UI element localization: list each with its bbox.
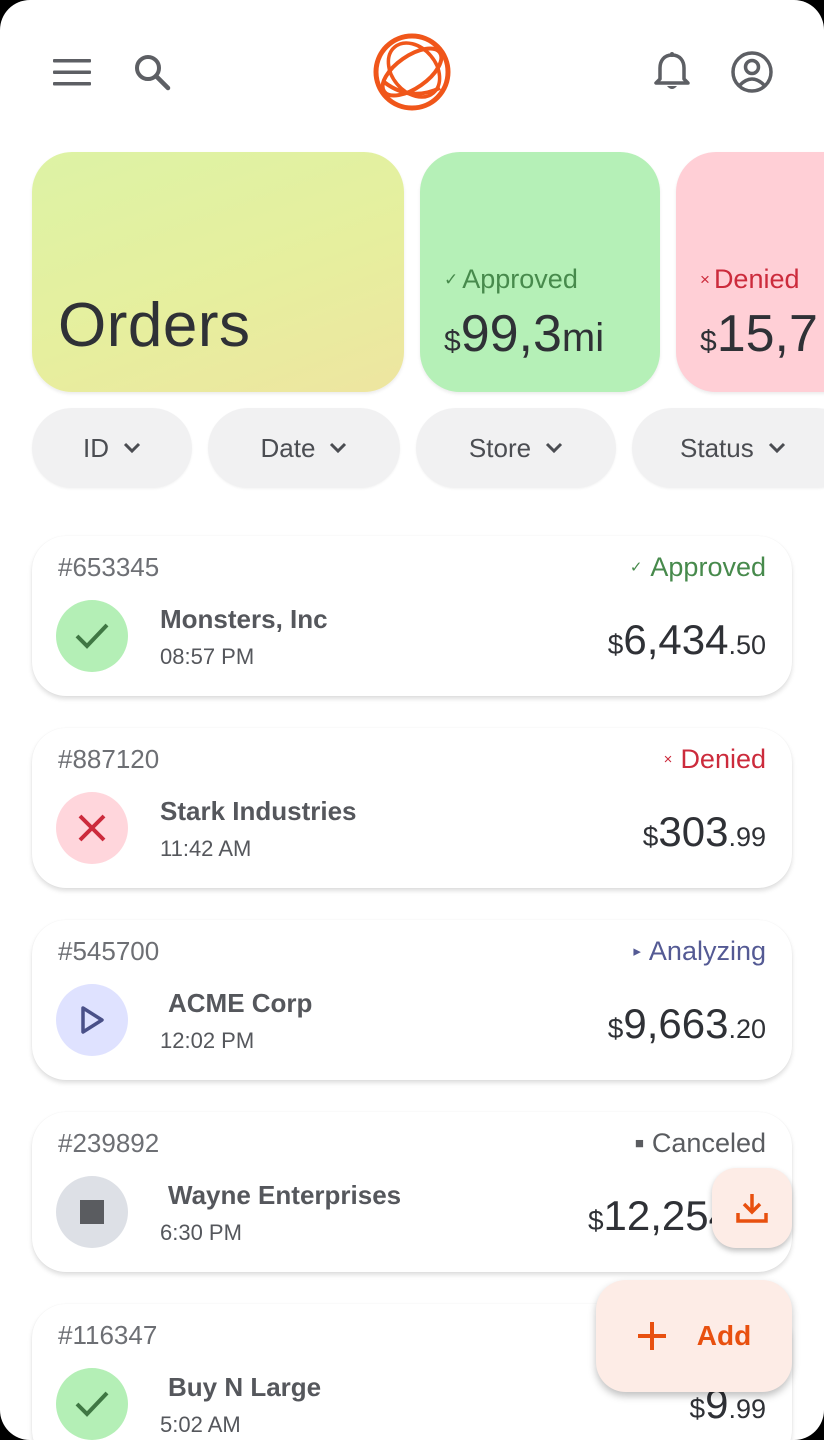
order-id: #653345 xyxy=(58,552,160,582)
status-badge: × Denied xyxy=(663,744,766,774)
add-order-button[interactable]: Add xyxy=(596,1280,792,1392)
approved-total: $99,3mi xyxy=(444,305,605,363)
app-logo[interactable] xyxy=(368,28,456,116)
status-avatar xyxy=(56,1368,128,1440)
search-icon xyxy=(135,55,171,91)
orders-screen: Orders ✓ Approved $99,3mi × Denied $15,7 I… xyxy=(0,0,824,1440)
orders-title-card: Orders xyxy=(32,152,404,392)
chip-label: Status xyxy=(680,432,754,463)
check-icon xyxy=(75,623,109,649)
status-avatar xyxy=(56,600,128,672)
top-app-bar xyxy=(0,0,824,140)
summary-carousel[interactable]: Orders ✓ Approved $99,3mi × Denied $15,7 xyxy=(0,152,824,392)
close-icon: × xyxy=(663,751,673,768)
stop-icon xyxy=(80,1200,104,1224)
menu-button[interactable] xyxy=(44,44,100,100)
order-id: #116347 xyxy=(58,1320,158,1350)
order-card[interactable]: #239892 ■ Canceled Wayne Enterprises 6:30… xyxy=(32,1112,792,1272)
order-card[interactable]: #887120 × Denied Stark Industries 11:42 A… xyxy=(32,728,792,888)
filter-chips: ID Date Store Status xyxy=(0,408,824,488)
chip-label: Date xyxy=(260,432,316,463)
filter-chip-status[interactable]: Status xyxy=(632,408,824,488)
filter-chip-id[interactable]: ID xyxy=(32,408,192,488)
order-amount: $6,434.50 xyxy=(607,616,766,663)
check-icon: ✓ xyxy=(444,270,459,289)
customer-name: Monsters, Inc xyxy=(160,604,328,634)
chevron-down-icon xyxy=(768,442,785,454)
status-badge: ✓ Approved xyxy=(629,552,766,582)
filter-chip-store[interactable]: Store xyxy=(416,408,616,488)
chevron-down-icon xyxy=(330,442,347,454)
order-card[interactable]: #653345 ✓ Approved Monsters, Inc 08:57 PM… xyxy=(32,536,792,696)
bell-icon xyxy=(654,52,690,89)
check-icon: ✓ xyxy=(629,559,643,576)
chip-label: Store xyxy=(468,432,532,463)
check-icon xyxy=(75,1391,109,1417)
account-button[interactable] xyxy=(724,44,780,100)
order-time: 12:02 PM xyxy=(160,1028,255,1053)
approved-label: ✓ Approved xyxy=(444,264,578,294)
chevron-down-icon xyxy=(123,442,141,454)
denied-label: × Denied xyxy=(700,264,800,294)
order-amount: $303.99 xyxy=(642,808,766,855)
status-badge: ▸ Analyzing xyxy=(633,936,766,966)
download-icon xyxy=(736,1194,768,1223)
status-avatar xyxy=(56,792,128,864)
orbit-logo xyxy=(373,33,451,111)
close-icon xyxy=(78,814,106,842)
customer-name: ACME Corp xyxy=(168,988,313,1018)
order-id: #239892 xyxy=(58,1128,160,1158)
order-id: #887120 xyxy=(58,744,160,774)
order-amount: $9,663.20 xyxy=(607,1000,766,1047)
close-icon: × xyxy=(700,270,710,289)
play-icon: ▸ xyxy=(633,943,641,960)
page-title: Orders xyxy=(58,291,251,360)
notifications-button[interactable] xyxy=(644,44,700,100)
plus-icon xyxy=(637,1322,666,1350)
order-id: #545700 xyxy=(58,936,160,966)
search-button[interactable] xyxy=(124,44,180,100)
order-time: 11:42 AM xyxy=(160,836,252,861)
approved-total-card[interactable]: ✓ Approved $99,3mi xyxy=(420,152,660,392)
status-badge: ■ Canceled xyxy=(634,1128,766,1158)
order-time: 6:30 PM xyxy=(160,1220,242,1245)
denied-total-card[interactable]: × Denied $15,7 xyxy=(676,152,824,392)
denied-total: $15,7 xyxy=(700,305,818,363)
order-time: 08:57 PM xyxy=(160,644,255,669)
order-card[interactable]: #545700 ▸ Analyzing ACME Corp 12:02 PM $9… xyxy=(32,920,792,1080)
chip-label: ID xyxy=(83,432,109,463)
status-avatar xyxy=(56,984,128,1056)
customer-name: Wayne Enterprises xyxy=(168,1180,402,1210)
order-time: 5:02 AM xyxy=(160,1412,241,1437)
status-avatar xyxy=(56,1176,128,1248)
chevron-down-icon xyxy=(546,442,563,454)
play-icon xyxy=(81,1006,104,1034)
customer-name: Buy N Large xyxy=(168,1372,322,1402)
account-circle-icon xyxy=(731,51,773,93)
download-button[interactable] xyxy=(712,1168,792,1248)
customer-name: Stark Industries xyxy=(160,796,357,826)
order-amount: $12,254 xyxy=(587,1192,732,1239)
stop-icon: ■ xyxy=(634,1135,644,1152)
add-button-label: Add xyxy=(696,1320,752,1351)
menu-icon xyxy=(53,59,91,86)
filter-chip-date[interactable]: Date xyxy=(208,408,400,488)
